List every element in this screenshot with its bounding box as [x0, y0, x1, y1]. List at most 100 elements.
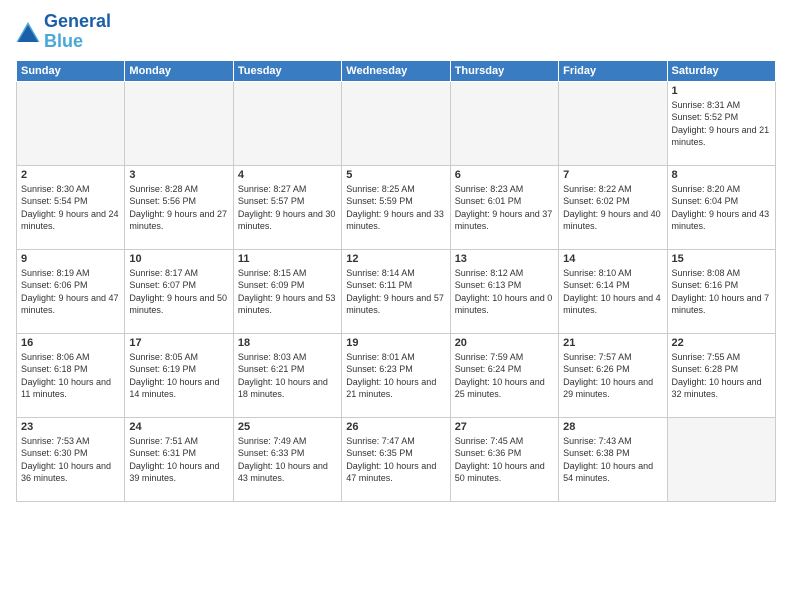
day-number: 10 — [129, 253, 228, 265]
calendar-week-4: 23 Sunrise: 7:53 AM Sunset: 6:30 PM Dayli… — [17, 417, 776, 501]
day-info: Sunrise: 7:45 AM Sunset: 6:36 PM Dayligh… — [455, 435, 554, 485]
day-info: Sunrise: 7:43 AM Sunset: 6:38 PM Dayligh… — [563, 435, 662, 485]
day-number: 15 — [672, 253, 771, 265]
day-number: 7 — [563, 169, 662, 181]
day-of-week-sunday: Sunday — [17, 60, 125, 81]
day-number: 6 — [455, 169, 554, 181]
day-number: 22 — [672, 337, 771, 349]
calendar-week-2: 9 Sunrise: 8:19 AM Sunset: 6:06 PM Daylig… — [17, 249, 776, 333]
day-of-week-monday: Monday — [125, 60, 233, 81]
day-info: Sunrise: 8:10 AM Sunset: 6:14 PM Dayligh… — [563, 267, 662, 317]
calendar-cell: 17 Sunrise: 8:05 AM Sunset: 6:19 PM Dayli… — [125, 333, 233, 417]
calendar-cell: 1 Sunrise: 8:31 AM Sunset: 5:52 PM Daylig… — [667, 81, 775, 165]
day-info: Sunrise: 7:49 AM Sunset: 6:33 PM Dayligh… — [238, 435, 337, 485]
day-of-week-wednesday: Wednesday — [342, 60, 450, 81]
day-number: 12 — [346, 253, 445, 265]
day-number: 27 — [455, 421, 554, 433]
day-number: 28 — [563, 421, 662, 433]
page: General Blue SundayMondayTuesdayWednesda… — [0, 0, 792, 612]
calendar-cell: 23 Sunrise: 7:53 AM Sunset: 6:30 PM Dayli… — [17, 417, 125, 501]
calendar-cell — [342, 81, 450, 165]
day-info: Sunrise: 7:59 AM Sunset: 6:24 PM Dayligh… — [455, 351, 554, 401]
calendar-cell: 5 Sunrise: 8:25 AM Sunset: 5:59 PM Daylig… — [342, 165, 450, 249]
logo-icon — [16, 22, 40, 42]
calendar-cell: 26Sunrise: 7:47 AM Sunset: 6:35 PM Dayli… — [342, 417, 450, 501]
calendar-cell: 25 Sunrise: 7:49 AM Sunset: 6:33 PM Dayli… — [233, 417, 341, 501]
day-number: 17 — [129, 337, 228, 349]
day-number: 2 — [21, 169, 120, 181]
day-info: Sunrise: 8:15 AM Sunset: 6:09 PM Dayligh… — [238, 267, 337, 317]
day-number: 3 — [129, 169, 228, 181]
calendar-cell: 20 Sunrise: 7:59 AM Sunset: 6:24 PM Dayli… — [450, 333, 558, 417]
calendar-cell: 7 Sunrise: 8:22 AM Sunset: 6:02 PM Daylig… — [559, 165, 667, 249]
calendar-cell: 24Sunrise: 7:51 AM Sunset: 6:31 PM Dayli… — [125, 417, 233, 501]
calendar-cell: 4Sunrise: 8:27 AM Sunset: 5:57 PM Daylig… — [233, 165, 341, 249]
day-info: Sunrise: 8:05 AM Sunset: 6:19 PM Dayligh… — [129, 351, 228, 401]
calendar-cell — [125, 81, 233, 165]
day-info: Sunrise: 8:28 AM Sunset: 5:56 PM Dayligh… — [129, 183, 228, 233]
calendar-cell: 6 Sunrise: 8:23 AM Sunset: 6:01 PM Daylig… — [450, 165, 558, 249]
calendar-cell: 16 Sunrise: 8:06 AM Sunset: 6:18 PM Dayli… — [17, 333, 125, 417]
calendar-cell: 11 Sunrise: 8:15 AM Sunset: 6:09 PM Dayli… — [233, 249, 341, 333]
calendar-cell: 18Sunrise: 8:03 AM Sunset: 6:21 PM Dayli… — [233, 333, 341, 417]
calendar-cell: 9 Sunrise: 8:19 AM Sunset: 6:06 PM Daylig… — [17, 249, 125, 333]
day-info: Sunrise: 8:30 AM Sunset: 5:54 PM Dayligh… — [21, 183, 120, 233]
calendar-cell: 13 Sunrise: 8:12 AM Sunset: 6:13 PM Dayli… — [450, 249, 558, 333]
day-of-week-friday: Friday — [559, 60, 667, 81]
day-number: 23 — [21, 421, 120, 433]
calendar-cell: 21 Sunrise: 7:57 AM Sunset: 6:26 PM Dayli… — [559, 333, 667, 417]
calendar-cell: 14 Sunrise: 8:10 AM Sunset: 6:14 PM Dayli… — [559, 249, 667, 333]
day-number: 25 — [238, 421, 337, 433]
day-info: Sunrise: 8:23 AM Sunset: 6:01 PM Dayligh… — [455, 183, 554, 233]
day-info: Sunrise: 7:57 AM Sunset: 6:26 PM Dayligh… — [563, 351, 662, 401]
day-info: Sunrise: 7:55 AM Sunset: 6:28 PM Dayligh… — [672, 351, 771, 401]
calendar-cell — [667, 417, 775, 501]
calendar-cell: 3 Sunrise: 8:28 AM Sunset: 5:56 PM Daylig… — [125, 165, 233, 249]
calendar-cell: 12 Sunrise: 8:14 AM Sunset: 6:11 PM Dayli… — [342, 249, 450, 333]
day-info: Sunrise: 8:14 AM Sunset: 6:11 PM Dayligh… — [346, 267, 445, 317]
day-number: 9 — [21, 253, 120, 265]
day-of-week-tuesday: Tuesday — [233, 60, 341, 81]
day-number: 1 — [672, 85, 771, 97]
day-info: Sunrise: 8:25 AM Sunset: 5:59 PM Dayligh… — [346, 183, 445, 233]
calendar-cell: 28 Sunrise: 7:43 AM Sunset: 6:38 PM Dayli… — [559, 417, 667, 501]
day-number: 5 — [346, 169, 445, 181]
day-info: Sunrise: 8:20 AM Sunset: 6:04 PM Dayligh… — [672, 183, 771, 233]
calendar-cell — [17, 81, 125, 165]
day-of-week-saturday: Saturday — [667, 60, 775, 81]
day-number: 8 — [672, 169, 771, 181]
calendar-cell: 2 Sunrise: 8:30 AM Sunset: 5:54 PM Daylig… — [17, 165, 125, 249]
day-number: 14 — [563, 253, 662, 265]
day-info: Sunrise: 7:53 AM Sunset: 6:30 PM Dayligh… — [21, 435, 120, 485]
calendar-cell: 27 Sunrise: 7:45 AM Sunset: 6:36 PM Dayli… — [450, 417, 558, 501]
calendar-cell — [559, 81, 667, 165]
day-number: 11 — [238, 253, 337, 265]
day-info: Sunrise: 8:01 AM Sunset: 6:23 PM Dayligh… — [346, 351, 445, 401]
header: General Blue — [16, 12, 776, 52]
day-info: Sunrise: 8:03 AM Sunset: 6:21 PM Dayligh… — [238, 351, 337, 401]
logo: General Blue — [16, 12, 111, 52]
logo-text: General Blue — [44, 12, 111, 52]
calendar-week-3: 16 Sunrise: 8:06 AM Sunset: 6:18 PM Dayli… — [17, 333, 776, 417]
day-number: 19 — [346, 337, 445, 349]
day-number: 24 — [129, 421, 228, 433]
calendar-cell: 22 Sunrise: 7:55 AM Sunset: 6:28 PM Dayli… — [667, 333, 775, 417]
calendar-cell: 19 Sunrise: 8:01 AM Sunset: 6:23 PM Dayli… — [342, 333, 450, 417]
day-number: 13 — [455, 253, 554, 265]
calendar-cell — [450, 81, 558, 165]
day-info: Sunrise: 8:08 AM Sunset: 6:16 PM Dayligh… — [672, 267, 771, 317]
day-info: Sunrise: 8:06 AM Sunset: 6:18 PM Dayligh… — [21, 351, 120, 401]
day-info: Sunrise: 8:17 AM Sunset: 6:07 PM Dayligh… — [129, 267, 228, 317]
calendar-week-1: 2 Sunrise: 8:30 AM Sunset: 5:54 PM Daylig… — [17, 165, 776, 249]
day-number: 20 — [455, 337, 554, 349]
day-number: 16 — [21, 337, 120, 349]
calendar-cell: 8 Sunrise: 8:20 AM Sunset: 6:04 PM Daylig… — [667, 165, 775, 249]
day-info: Sunrise: 8:22 AM Sunset: 6:02 PM Dayligh… — [563, 183, 662, 233]
day-info: Sunrise: 8:31 AM Sunset: 5:52 PM Dayligh… — [672, 99, 771, 149]
calendar-week-0: 1 Sunrise: 8:31 AM Sunset: 5:52 PM Daylig… — [17, 81, 776, 165]
calendar: SundayMondayTuesdayWednesdayThursdayFrid… — [16, 60, 776, 502]
day-number: 21 — [563, 337, 662, 349]
day-info: Sunrise: 8:12 AM Sunset: 6:13 PM Dayligh… — [455, 267, 554, 317]
day-info: Sunrise: 8:19 AM Sunset: 6:06 PM Dayligh… — [21, 267, 120, 317]
calendar-cell: 10 Sunrise: 8:17 AM Sunset: 6:07 PM Dayli… — [125, 249, 233, 333]
